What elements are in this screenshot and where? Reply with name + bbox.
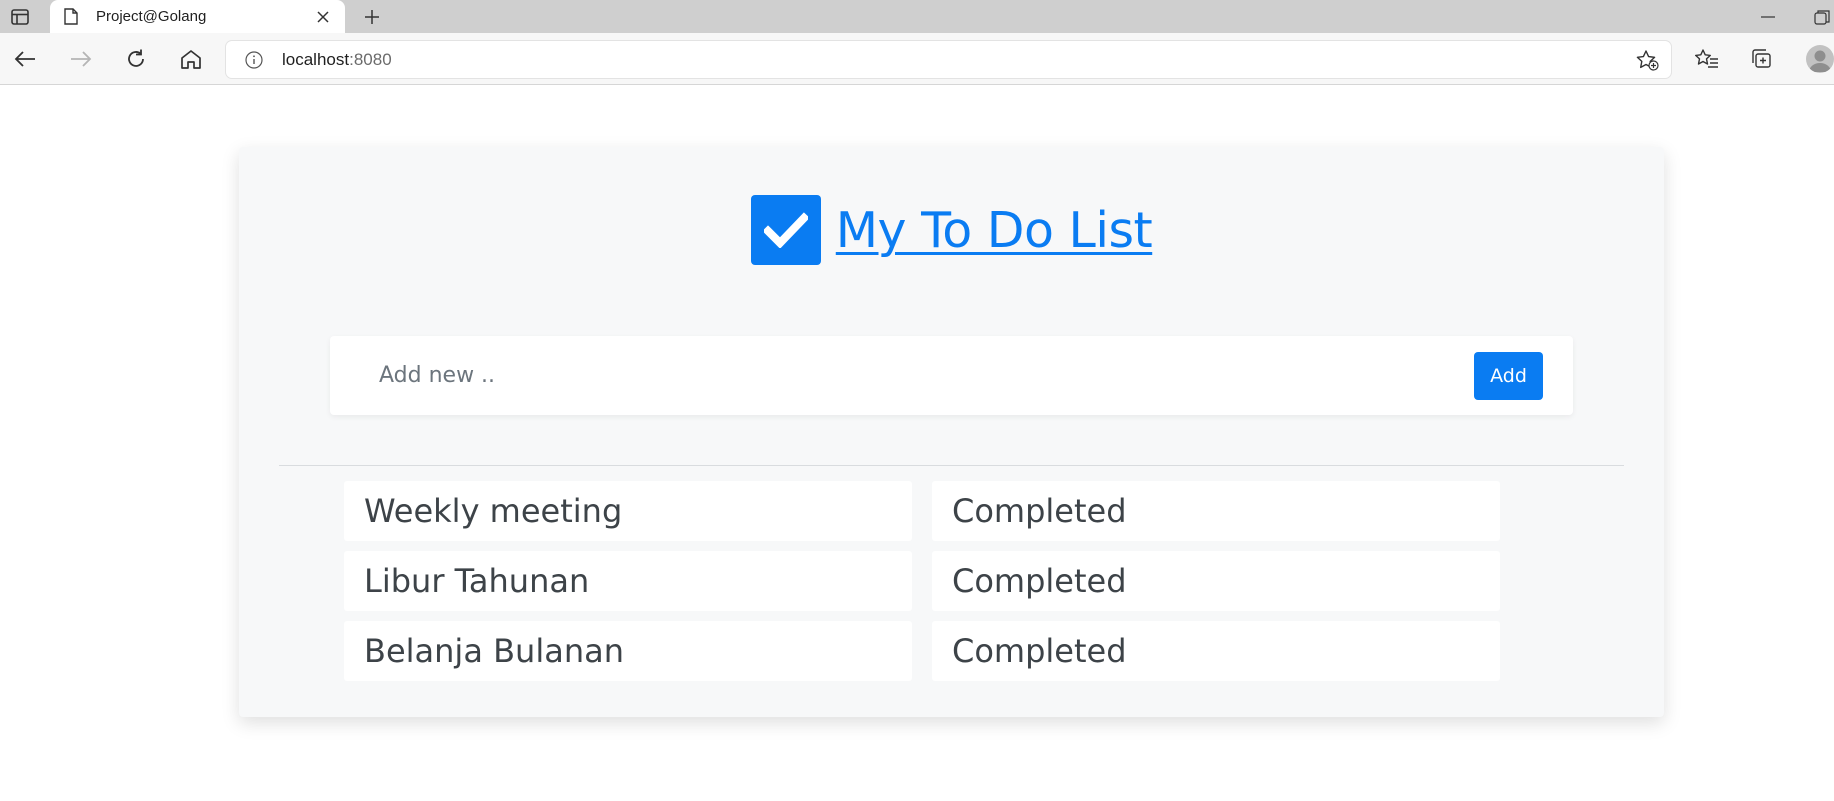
- forward-arrow-icon[interactable]: [68, 46, 94, 72]
- browser-tab-bar: Project@Golang: [0, 0, 1834, 33]
- close-tab-icon[interactable]: [313, 7, 333, 27]
- profile-avatar-icon[interactable]: [1806, 45, 1834, 73]
- url-port: :8080: [349, 49, 392, 69]
- url-host: localhost: [282, 49, 350, 69]
- address-bar[interactable]: localhost:8080: [226, 41, 1671, 78]
- todo-status: Completed: [932, 481, 1500, 541]
- minimize-window-icon[interactable]: [1758, 7, 1778, 27]
- tab-title: Project@Golang: [96, 8, 207, 25]
- site-info-icon[interactable]: [244, 50, 264, 70]
- add-todo-form: Add: [330, 336, 1573, 415]
- restore-window-icon[interactable]: [1812, 7, 1834, 27]
- add-button[interactable]: Add: [1474, 352, 1543, 400]
- new-tab-icon[interactable]: [360, 5, 384, 29]
- todo-task: Weekly meeting: [344, 481, 912, 541]
- add-todo-input[interactable]: [344, 348, 1484, 403]
- home-icon[interactable]: [178, 46, 204, 72]
- checkbox-checked-icon: [750, 195, 821, 265]
- todo-card: My To Do List Add Weekly meeting Complet…: [239, 147, 1664, 717]
- todo-task: Libur Tahunan: [344, 551, 912, 611]
- todo-row: Libur Tahunan Completed: [344, 551, 1500, 611]
- favorites-icon[interactable]: [1694, 46, 1720, 72]
- page-title[interactable]: My To Do List: [836, 202, 1153, 259]
- browser-tab-active[interactable]: Project@Golang: [50, 0, 345, 33]
- todo-row: Weekly meeting Completed: [344, 481, 1500, 541]
- todo-status: Completed: [932, 621, 1500, 681]
- add-favorite-icon[interactable]: [1635, 49, 1659, 71]
- todo-row: Belanja Bulanan Completed: [344, 621, 1500, 681]
- divider: [279, 465, 1624, 466]
- collections-icon[interactable]: [1749, 46, 1775, 72]
- back-arrow-icon[interactable]: [12, 46, 38, 72]
- page-icon: [64, 8, 80, 26]
- todo-task: Belanja Bulanan: [344, 621, 912, 681]
- todo-status: Completed: [932, 551, 1500, 611]
- tab-actions-icon[interactable]: [8, 6, 32, 28]
- refresh-icon[interactable]: [123, 46, 149, 72]
- browser-toolbar: localhost:8080: [0, 33, 1834, 85]
- todo-list: Weekly meeting Completed Libur Tahunan C…: [344, 481, 1500, 691]
- page-header: My To Do List: [239, 195, 1664, 265]
